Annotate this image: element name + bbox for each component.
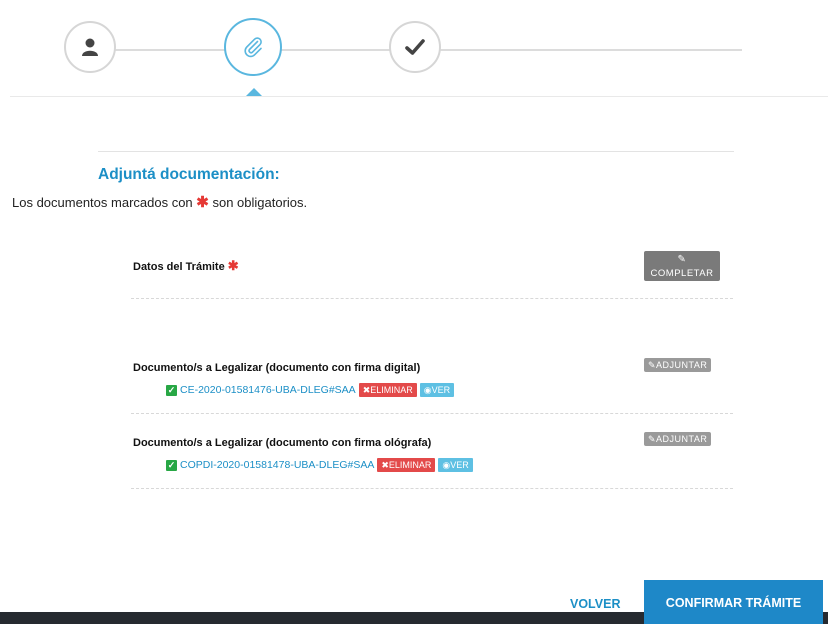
required-note-suffix: son obligatorios. xyxy=(212,195,308,210)
close-icon: ✖ xyxy=(381,460,389,470)
tag-icon: ✎ xyxy=(648,360,657,370)
user-icon xyxy=(82,38,98,56)
attached-file-row: ✓ CE-2020-01581476-UBA-DLEG#SAA ✖ELIMINA… xyxy=(166,383,455,397)
step-personal-data[interactable] xyxy=(64,21,116,73)
adjuntar-button-olografa[interactable]: ✎ADJUNTAR xyxy=(644,432,712,446)
ver-button[interactable]: ◉VER xyxy=(419,383,455,397)
row-divider xyxy=(131,413,733,414)
required-note: Los documentos marcados con ✱ son obliga… xyxy=(12,193,307,211)
eliminar-button[interactable]: ✖ELIMINAR xyxy=(377,458,436,472)
volver-button[interactable]: VOLVER xyxy=(570,597,620,611)
eliminar-label: ELIMINAR xyxy=(388,460,432,470)
attached-file-link[interactable]: COPDI-2020-01581478-UBA-DLEG#SAA xyxy=(180,459,374,471)
eye-icon: ◉ xyxy=(423,385,432,395)
paperclip-icon xyxy=(244,37,262,58)
ver-button[interactable]: ◉VER xyxy=(438,458,473,472)
step-attachments[interactable] xyxy=(224,18,282,76)
step-confirmation[interactable] xyxy=(389,21,441,73)
doc-title-firma-digital: Documento/s a Legalizar (documento con f… xyxy=(133,362,421,374)
active-step-pointer xyxy=(246,88,262,96)
pencil-icon: ✎ xyxy=(677,254,687,265)
adjuntar-label: ADJUNTAR xyxy=(656,434,708,444)
section-divider xyxy=(98,151,734,152)
required-star-icon: ✱ xyxy=(196,194,209,211)
adjuntar-label: ADJUNTAR xyxy=(656,360,708,370)
confirmar-tramite-button[interactable]: CONFIRMAR TRÁMITE xyxy=(644,580,823,624)
page-title: Adjuntá documentación: xyxy=(98,166,280,183)
attached-file-row: ✓ COPDI-2020-01581478-UBA-DLEG#SAA ✖ELIM… xyxy=(166,458,473,472)
completar-label: COMPLETAR xyxy=(650,268,714,279)
required-star-icon: ✱ xyxy=(227,258,239,273)
ver-label: VER xyxy=(431,385,451,395)
required-note-prefix: Los documentos marcados con xyxy=(12,195,193,210)
checkbox-checked-icon: ✓ xyxy=(166,384,177,396)
doc-title-text: Datos del Trámite xyxy=(133,261,225,273)
checkmark-icon xyxy=(405,39,425,55)
row-divider xyxy=(131,298,733,299)
eliminar-button[interactable]: ✖ELIMINAR xyxy=(358,383,417,397)
header-divider xyxy=(10,96,828,97)
eliminar-label: ELIMINAR xyxy=(370,385,413,395)
adjuntar-button-digital[interactable]: ✎ADJUNTAR xyxy=(644,358,712,372)
doc-title-firma-olografa: Documento/s a Legalizar (documento con f… xyxy=(133,437,432,449)
row-divider xyxy=(131,488,733,489)
ver-label: VER xyxy=(450,460,469,470)
checkbox-checked-icon: ✓ xyxy=(166,459,177,471)
doc-title-datos-tramite: Datos del Trámite ✱ xyxy=(133,258,239,274)
progress-stepper xyxy=(0,0,828,100)
completar-button[interactable]: ✎ COMPLETAR xyxy=(644,251,720,281)
attached-file-link[interactable]: CE-2020-01581476-UBA-DLEG#SAA xyxy=(180,384,356,396)
tag-icon: ✎ xyxy=(648,434,657,444)
